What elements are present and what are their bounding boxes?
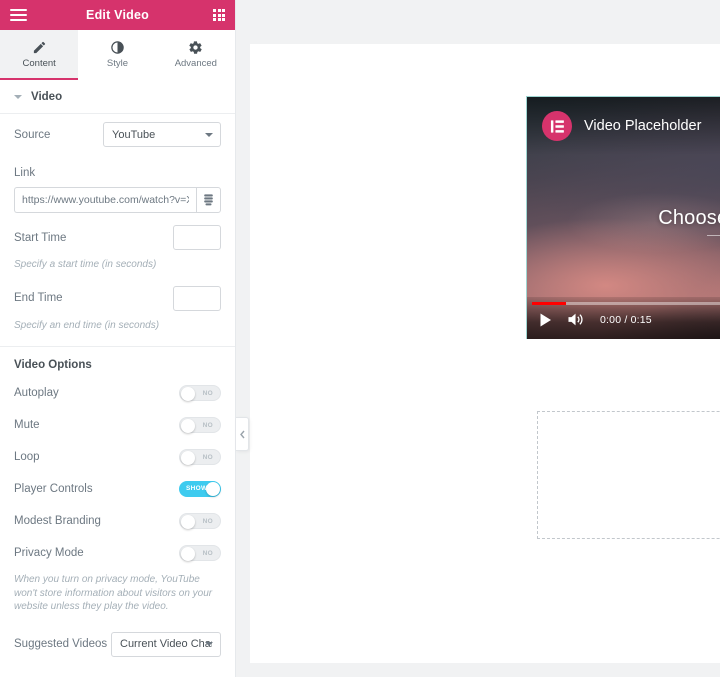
volume-icon[interactable]	[568, 312, 584, 327]
panel-body: Video Source YouTube Link	[0, 80, 235, 677]
option-modest-branding-state: NO	[203, 514, 213, 530]
option-autoplay-toggle[interactable]: NO	[179, 385, 221, 401]
chevron-down-icon	[205, 642, 213, 646]
video-overlay-heading: Choose your video	[658, 207, 720, 230]
toggle-knob	[181, 547, 195, 561]
editor-canvas: Video Placeholder Choose your video	[236, 0, 720, 677]
end-time-control: End Time	[0, 278, 235, 319]
start-time-label: Start Time	[14, 232, 66, 244]
suggested-videos-label: Suggested Videos	[14, 638, 107, 650]
video-control-bar: 0:00 / 0:15 YouTube	[527, 297, 720, 339]
option-mute-state: NO	[203, 418, 213, 434]
overlay-underline	[707, 235, 720, 236]
contrast-circle-icon	[110, 40, 125, 55]
source-select[interactable]: YouTube	[103, 122, 221, 147]
tab-style-label: Style	[107, 59, 128, 69]
option-privacy-mode-toggle[interactable]: NO	[179, 545, 221, 561]
end-time-label: End Time	[14, 292, 63, 304]
video-title: Video Placeholder	[584, 118, 701, 134]
suggested-videos-value: Current Video Channel	[120, 638, 212, 650]
toggle-knob	[181, 387, 195, 401]
source-control: Source YouTube	[0, 114, 235, 155]
video-time: 0:00 / 0:15	[600, 314, 652, 326]
tab-advanced-label: Advanced	[175, 59, 217, 69]
option-modest-branding-label: Modest Branding	[14, 515, 101, 527]
option-mute: Mute NO	[0, 409, 235, 441]
option-loop: Loop NO	[0, 441, 235, 473]
collapse-panel-chevron[interactable]	[236, 417, 249, 451]
elementor-logo-icon	[542, 111, 572, 141]
source-label: Source	[14, 129, 50, 141]
tab-content-label: Content	[23, 59, 56, 69]
option-loop-state: NO	[203, 450, 213, 466]
option-player-controls-state: SHOW	[186, 481, 207, 497]
toggle-knob	[181, 451, 195, 465]
privacy-mode-hint: When you turn on privacy mode, YouTube w…	[0, 569, 235, 624]
end-time-input[interactable]	[173, 286, 221, 311]
source-select-value: YouTube	[112, 129, 155, 141]
option-mute-label: Mute	[14, 419, 40, 431]
toggle-knob	[206, 482, 220, 496]
suggested-videos-select[interactable]: Current Video Channel	[111, 632, 221, 657]
option-loop-label: Loop	[14, 451, 40, 463]
progress-bar[interactable]	[532, 302, 720, 305]
link-label: Link	[14, 167, 35, 179]
hamburger-icon[interactable]	[10, 9, 27, 21]
toggle-knob	[181, 515, 195, 529]
link-control	[0, 181, 235, 217]
option-autoplay-state: NO	[203, 386, 213, 402]
video-options-title: Video Options	[0, 347, 235, 377]
option-modest-branding-toggle[interactable]: NO	[179, 513, 221, 529]
option-player-controls-label: Player Controls	[14, 483, 93, 495]
start-time-hint: Specify a start time (in seconds)	[0, 258, 235, 278]
elementor-editor: Edit Video Content Style	[0, 0, 720, 677]
tab-style[interactable]: Style	[78, 30, 156, 80]
option-privacy-mode: Privacy Mode NO	[0, 537, 235, 569]
option-privacy-mode-state: NO	[203, 546, 213, 562]
pencil-icon	[32, 40, 47, 55]
option-mute-toggle[interactable]: NO	[179, 417, 221, 433]
chevron-down-icon	[205, 133, 213, 137]
option-player-controls-toggle[interactable]: SHOW	[179, 481, 221, 497]
section-video-title: Video	[31, 91, 62, 103]
play-icon[interactable]	[539, 313, 552, 327]
start-time-input[interactable]	[173, 225, 221, 250]
dynamic-tags-icon[interactable]	[196, 187, 221, 213]
video-header: Video Placeholder	[542, 111, 720, 141]
end-time-hint: Specify an end time (in seconds)	[0, 319, 235, 339]
tab-advanced[interactable]: Advanced	[157, 30, 235, 80]
editor-panel: Edit Video Content Style	[0, 0, 236, 677]
chevron-down-icon	[14, 95, 22, 99]
option-player-controls: Player Controls SHOW	[0, 473, 235, 505]
option-autoplay: Autoplay NO	[0, 377, 235, 409]
option-modest-branding: Modest Branding NO	[0, 505, 235, 537]
toggle-knob	[181, 419, 195, 433]
progress-bar-fill	[532, 302, 566, 305]
gear-icon	[188, 40, 203, 55]
video-controls: 0:00 / 0:15 YouTube	[539, 310, 720, 329]
widgets-grid-icon[interactable]	[213, 9, 225, 21]
link-label-row: Link	[0, 155, 235, 181]
link-input[interactable]	[14, 187, 196, 213]
panel-tabs: Content Style Advanced	[0, 30, 235, 80]
panel-header: Edit Video	[0, 0, 235, 30]
video-overlay-text: Choose your video	[527, 207, 720, 230]
option-autoplay-label: Autoplay	[14, 387, 59, 399]
option-privacy-mode-label: Privacy Mode	[14, 547, 84, 559]
option-loop-toggle[interactable]: NO	[179, 449, 221, 465]
panel-title: Edit Video	[0, 8, 235, 22]
widget-dropzone[interactable]: Drag widget here	[537, 411, 720, 539]
suggested-videos-control: Suggested Videos Current Video Channel	[0, 624, 235, 665]
video-widget-preview[interactable]: Video Placeholder Choose your video	[526, 96, 720, 339]
section-video-header[interactable]: Video	[0, 80, 235, 114]
tab-content[interactable]: Content	[0, 30, 78, 80]
start-time-control: Start Time	[0, 217, 235, 258]
overlay-text-before: Choose	[658, 207, 720, 229]
